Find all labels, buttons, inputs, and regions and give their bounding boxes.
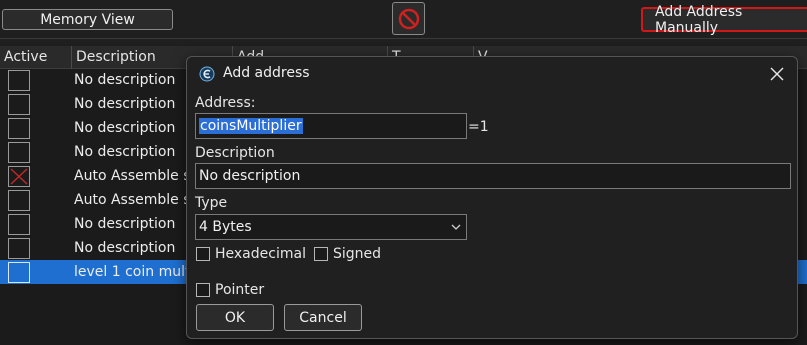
add-address-dialog: Add address Address: coinsMultiplier =1 … — [186, 56, 798, 339]
no-entry-icon — [398, 8, 419, 29]
row-description: No description — [74, 144, 176, 160]
close-icon — [770, 67, 784, 81]
address-label: Address: — [195, 95, 256, 111]
active-checkbox[interactable] — [8, 118, 30, 139]
active-checkbox[interactable] — [8, 142, 30, 163]
active-checkbox[interactable] — [8, 94, 30, 115]
cancel-button[interactable]: Cancel — [284, 304, 362, 331]
clear-list-button[interactable] — [392, 2, 425, 35]
dialog-close-button[interactable] — [765, 62, 789, 86]
description-label: Description — [195, 145, 275, 161]
active-checkbox[interactable] — [8, 70, 30, 91]
pointer-checkbox[interactable] — [196, 283, 210, 297]
active-checkbox[interactable] — [8, 262, 30, 283]
chevron-down-icon — [451, 224, 461, 230]
memory-view-button[interactable]: Memory View — [2, 9, 173, 30]
row-description: Auto Assemble s — [74, 192, 191, 208]
type-label: Type — [195, 195, 228, 211]
active-checkbox[interactable] — [8, 190, 30, 211]
cheat-engine-icon — [199, 66, 215, 82]
hexadecimal-checkbox[interactable] — [196, 247, 210, 261]
dialog-title: Add address — [223, 65, 310, 81]
toolbar: Memory View Add Address Manually — [0, 0, 807, 44]
x-mark-icon — [10, 168, 28, 185]
dialog-title-bar[interactable]: Add address — [187, 57, 797, 91]
column-active[interactable]: Active — [0, 46, 72, 69]
address-input[interactable]: coinsMultiplier — [195, 113, 467, 139]
row-description: level 1 coin multi — [74, 264, 195, 280]
active-checkbox-x[interactable] — [8, 166, 30, 187]
row-description: No description — [74, 216, 176, 232]
active-checkbox[interactable] — [8, 214, 30, 235]
toolbar-divider — [0, 38, 807, 39]
type-select-value: 4 Bytes — [199, 219, 252, 235]
add-address-manually-button[interactable]: Add Address Manually — [641, 4, 807, 36]
row-description: No description — [74, 72, 176, 88]
address-input-value: coinsMultiplier — [199, 118, 303, 134]
hexadecimal-label: Hexadecimal — [215, 246, 306, 262]
description-input[interactable]: No description — [195, 163, 791, 189]
row-description: No description — [74, 240, 176, 256]
description-input-value: No description — [199, 168, 301, 184]
row-description: No description — [74, 120, 176, 136]
type-select[interactable]: 4 Bytes — [195, 214, 467, 240]
signed-label: Signed — [333, 246, 382, 262]
ok-button[interactable]: OK — [196, 304, 274, 331]
active-checkbox[interactable] — [8, 238, 30, 259]
row-description: No description — [74, 96, 176, 112]
row-description: Auto Assemble s — [74, 168, 191, 184]
pointer-label: Pointer — [215, 282, 265, 298]
signed-checkbox[interactable] — [314, 247, 328, 261]
address-result: =1 — [468, 119, 489, 135]
